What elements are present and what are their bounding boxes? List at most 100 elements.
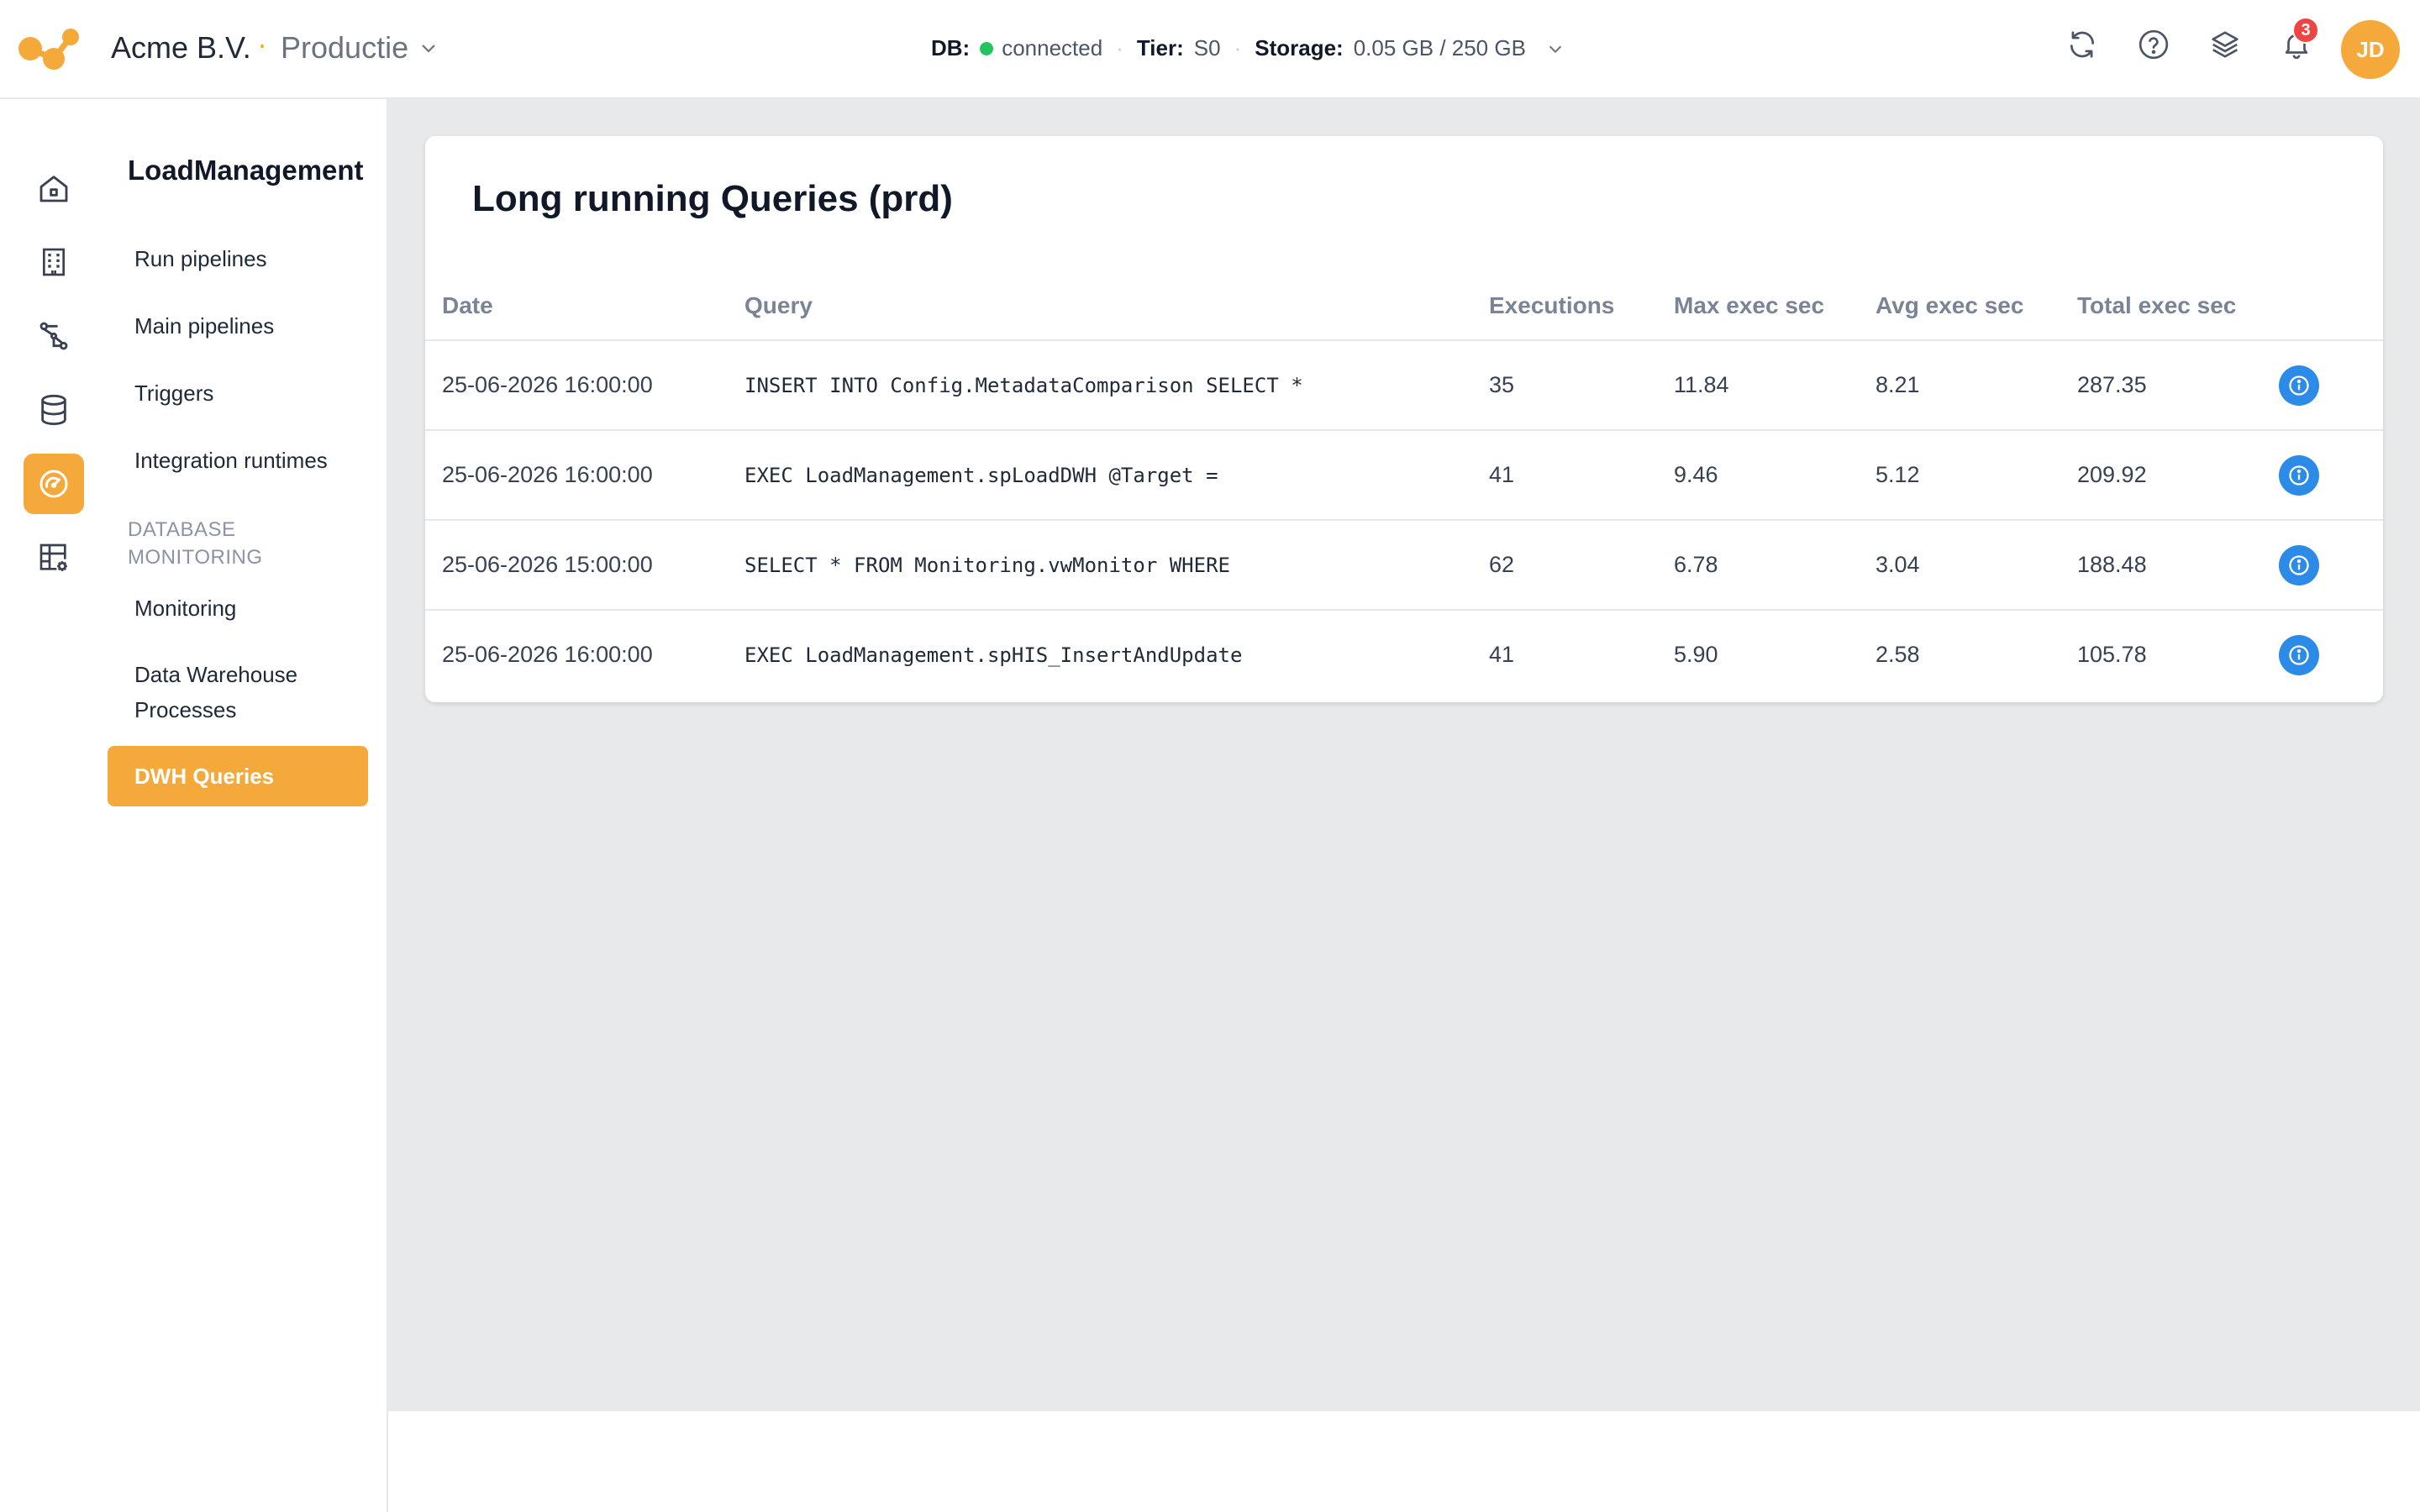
cell-actions [2279, 610, 2383, 699]
refresh-button[interactable] [2063, 25, 2102, 64]
section-sidebar: LoadManagement Run pipelines Main pipeli… [108, 99, 388, 1512]
db-label: DB: [931, 35, 971, 60]
chevron-down-icon[interactable] [1546, 39, 1565, 58]
home-icon [39, 176, 68, 202]
avatar[interactable]: JD [2341, 20, 2400, 79]
environment-label: Productie [281, 30, 409, 65]
info-icon [2289, 644, 2309, 665]
divider-dot: · [1234, 35, 1242, 60]
queries-table: Date Query Executions Max exec sec Avg e… [425, 272, 2383, 699]
sidebar-item-integration-runtimes[interactable]: Integration runtimes [134, 443, 328, 478]
db-status-bar: DB: connected · Tier: S0 · Storage: 0.05… [931, 35, 1565, 61]
page-title: Long running Queries (prd) [472, 178, 953, 219]
sidebar-title: LoadManagement [128, 155, 364, 186]
rail-table-settings[interactable] [24, 528, 84, 588]
notification-badge: 3 [2292, 17, 2319, 44]
table-row: 25-06-2026 16:00:00 EXEC LoadManagement.… [425, 610, 2383, 699]
cell-query: SELECT * FROM Monitoring.vwMonitor WHERE [744, 520, 1489, 611]
cell-executions: 35 [1489, 340, 1674, 431]
cell-date: 25-06-2026 16:00:00 [442, 642, 653, 667]
db-status: connected [1002, 35, 1103, 60]
info-button[interactable] [2279, 454, 2319, 496]
logo-icon[interactable] [17, 25, 81, 72]
cell-executions: 62 [1489, 520, 1674, 611]
cell-date: 25-06-2026 16:00:00 [425, 430, 744, 521]
cell-executions: 41 [1489, 642, 1515, 667]
info-icon [2289, 375, 2309, 396]
storage-label: Storage: [1255, 35, 1344, 60]
table-header-row: Date Query Executions Max exec sec Avg e… [425, 272, 2383, 341]
cell-avg-exec: 5.12 [1876, 430, 2077, 521]
column-header-avg-exec[interactable]: Avg exec sec [1876, 272, 2077, 341]
column-header-date[interactable]: Date [425, 272, 744, 341]
gauge-icon [39, 470, 68, 498]
table-row: 25-06-2026 16:00:00 EXEC LoadManagement.… [425, 430, 2383, 521]
icon-rail [0, 99, 108, 1512]
cell-date: 25-06-2026 15:00:00 [425, 520, 744, 611]
column-header-max-exec[interactable]: Max exec sec [1674, 272, 1876, 341]
info-icon [2289, 465, 2309, 486]
org-name: Acme B.V. [111, 30, 251, 65]
info-button[interactable] [2279, 634, 2319, 675]
cell-avg-exec: 3.04 [1876, 520, 2077, 611]
cell-query: EXEC LoadManagement.spLoadDWH @Target = [744, 430, 1489, 521]
column-header-actions [2279, 272, 2383, 341]
cell-max-exec: 9.46 [1674, 430, 1876, 521]
sidebar-section-label: DATABASE MONITORING [128, 518, 263, 569]
cell-total-exec: 105.78 [2077, 642, 2147, 667]
tier-label: Tier: [1136, 35, 1184, 60]
cell-max-exec: 5.90 [1674, 642, 1718, 667]
help-icon [2139, 29, 2169, 60]
layers-button[interactable] [2206, 25, 2244, 64]
database-icon [41, 394, 66, 426]
connected-dot-icon [980, 41, 994, 55]
org-separator: · [257, 27, 267, 61]
rail-monitoring[interactable] [24, 454, 84, 514]
building-icon [43, 248, 65, 276]
rail-database[interactable] [24, 380, 84, 440]
sidebar-item-dwh-processes[interactable]: Data Warehouse Processes [134, 657, 336, 727]
storage-value: 0.05 GB / 250 GB [1353, 35, 1526, 60]
divider-dot: · [1116, 35, 1123, 60]
cell-actions [2279, 520, 2383, 611]
cell-total-exec: 188.48 [2077, 520, 2279, 611]
cell-total-exec: 209.92 [2077, 430, 2279, 521]
cell-actions [2279, 340, 2383, 431]
rail-organization[interactable] [24, 232, 84, 292]
pipeline-icon [39, 322, 68, 350]
cell-query: INSERT INTO Config.MetadataComparison SE… [744, 340, 1489, 431]
info-button[interactable] [2279, 544, 2319, 585]
column-header-total-exec[interactable]: Total exec sec [2077, 272, 2279, 341]
cell-avg-exec: 8.21 [1876, 340, 2077, 431]
sidebar-item-triggers[interactable]: Triggers [134, 375, 213, 411]
main-content: Long running Queries (prd) Date Query Ex… [388, 99, 2420, 1411]
refresh-icon [2070, 31, 2095, 58]
info-button[interactable] [2279, 365, 2319, 406]
cell-total-exec: 287.35 [2077, 340, 2279, 431]
cell-max-exec: 6.78 [1674, 520, 1876, 611]
table-row: 25-06-2026 15:00:00 SELECT * FROM Monito… [425, 520, 2383, 611]
info-icon [2289, 554, 2309, 575]
column-header-query[interactable]: Query [744, 272, 1489, 341]
sidebar-item-dwh-queries[interactable]: DWH Queries [108, 746, 368, 806]
top-bar: Acme B.V. · Productie DB: connected · Ti… [0, 0, 2420, 99]
cell-avg-exec: 2.58 [1876, 642, 1920, 667]
cell-actions [2279, 430, 2383, 521]
layers-icon [2212, 31, 2238, 58]
table-settings-icon [39, 543, 67, 571]
rail-home[interactable] [24, 158, 84, 218]
chevron-down-icon [422, 45, 435, 53]
rail-pipelines[interactable] [24, 306, 84, 366]
queries-card: Long running Queries (prd) Date Query Ex… [425, 136, 2383, 702]
help-button[interactable] [2134, 25, 2173, 64]
sidebar-item-monitoring[interactable]: Monitoring [134, 591, 236, 626]
environment-select[interactable]: Productie [281, 30, 439, 66]
column-header-executions[interactable]: Executions [1489, 272, 1674, 341]
tier-value: S0 [1193, 35, 1221, 60]
table-row: 25-06-2026 16:00:00 INSERT INTO Config.M… [425, 340, 2383, 431]
cell-max-exec: 11.84 [1674, 340, 1876, 431]
cell-query: EXEC LoadManagement.spHIS_InsertAndUpdat… [744, 643, 1243, 667]
page-footer [388, 1411, 2420, 1512]
sidebar-item-run-pipelines[interactable]: Run pipelines [134, 241, 267, 276]
sidebar-item-main-pipelines[interactable]: Main pipelines [134, 308, 274, 344]
